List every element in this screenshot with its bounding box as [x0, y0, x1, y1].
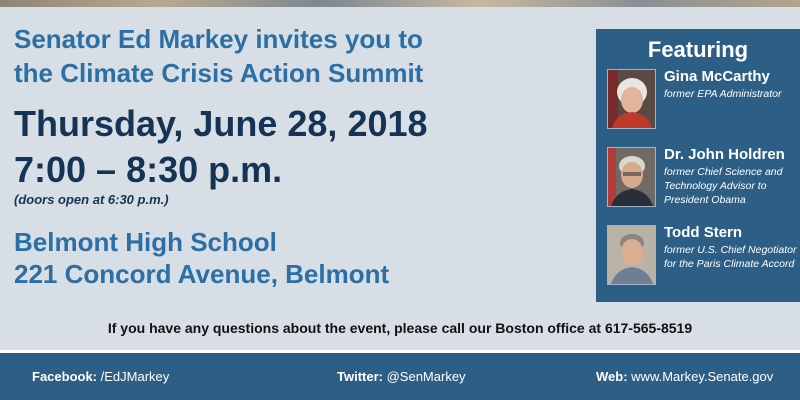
speaker-description: former Chief Science and Technology Advi…	[664, 166, 783, 206]
headline-line-2: the Climate Crisis Action Summit	[14, 58, 424, 88]
top-photo-strip	[0, 0, 800, 7]
venue: Belmont High School 221 Concord Avenue, …	[14, 226, 584, 290]
speaker-john-holdren: Dr. John Holdren former Chief Science an…	[607, 146, 800, 211]
speaker-name: Gina McCarthy	[664, 68, 770, 85]
speaker-photo	[607, 69, 656, 129]
doors-open-note: (doors open at 6:30 p.m.)	[14, 192, 169, 207]
footer-bar: Facebook: /EdJMarkey Twitter: @SenMarkey…	[0, 350, 800, 400]
speaker-gina-mccarthy: Gina McCarthy former EPA Administrator	[607, 68, 800, 133]
footer-twitter[interactable]: Twitter: @SenMarkey	[337, 369, 466, 385]
event-details: Senator Ed Markey invites you to the Cli…	[14, 22, 584, 290]
web-label: Web:	[596, 369, 628, 384]
speaker-photo	[607, 147, 656, 207]
facebook-handle[interactable]: /EdJMarkey	[101, 369, 170, 384]
contact-line: If you have any questions about the even…	[107, 320, 693, 336]
speaker-name: Dr. John Holdren	[664, 146, 785, 163]
headline-line-1: Senator Ed Markey invites you to	[14, 24, 423, 54]
venue-name: Belmont High School	[14, 227, 277, 257]
headline: Senator Ed Markey invites you to the Cli…	[14, 22, 584, 90]
event-date: Thursday, June 28, 2018	[14, 103, 428, 144]
speaker-description: former U.S. Chief Negotiator for the Par…	[664, 244, 797, 270]
speaker-description: former EPA Administrator	[664, 88, 782, 100]
footer-facebook[interactable]: Facebook: /EdJMarkey	[32, 369, 169, 385]
web-address[interactable]: www.Markey.Senate.gov	[631, 369, 773, 384]
speaker-name: Todd Stern	[664, 224, 743, 241]
featuring-panel: Featuring Gina McCarthy former EPA Admin…	[596, 29, 800, 302]
speaker-todd-stern: Todd Stern former U.S. Chief Negotiator …	[607, 224, 800, 289]
twitter-handle[interactable]: @SenMarkey	[387, 369, 466, 384]
twitter-label: Twitter:	[337, 369, 383, 384]
venue-address: 221 Concord Avenue, Belmont	[14, 259, 390, 289]
event-time: 7:00 – 8:30 p.m.	[14, 149, 283, 190]
footer-web[interactable]: Web: www.Markey.Senate.gov	[596, 369, 773, 385]
speaker-photo	[607, 225, 656, 285]
facebook-label: Facebook:	[32, 369, 98, 384]
featuring-title: Featuring	[647, 37, 749, 62]
